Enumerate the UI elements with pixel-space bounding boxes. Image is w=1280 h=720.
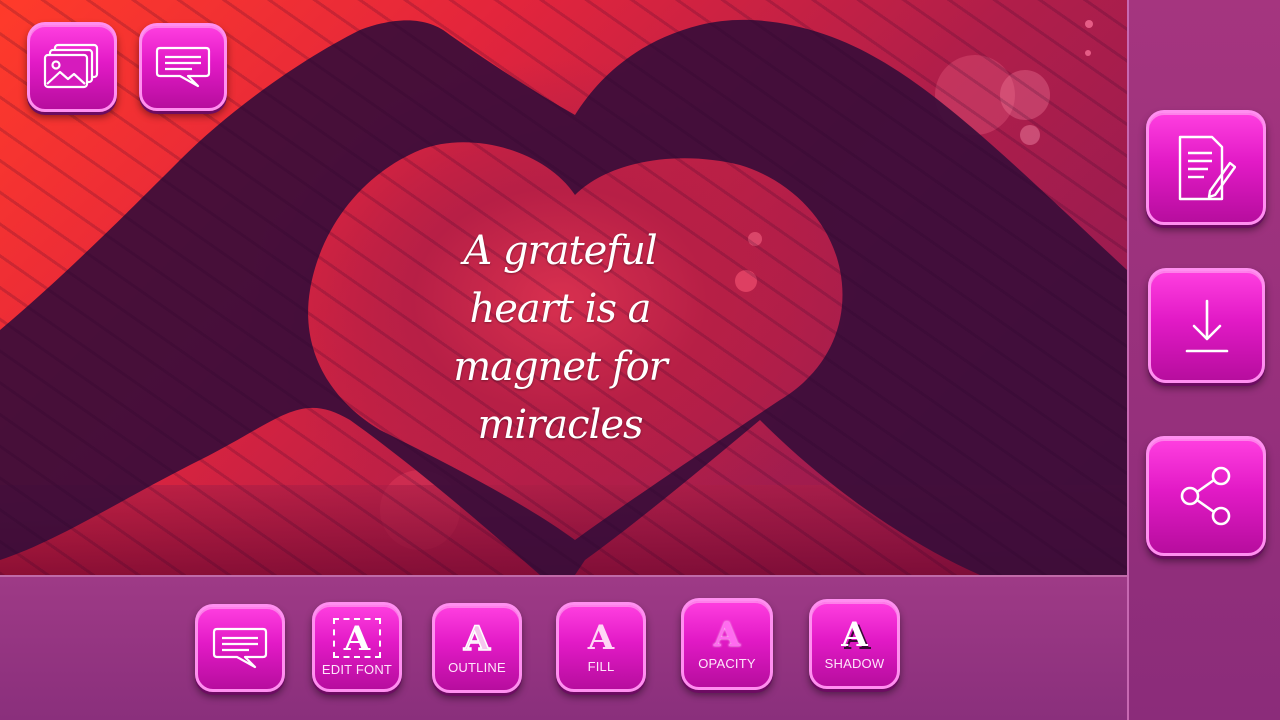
font-glyph-icon: A: [332, 617, 382, 658]
shadow-button[interactable]: A SHADOW: [809, 599, 900, 689]
right-sidebar: [1127, 0, 1280, 720]
opacity-button[interactable]: A OPACITY: [681, 598, 773, 690]
opacity-label: OPACITY: [698, 655, 756, 671]
font-glyph-icon: A: [587, 617, 615, 658]
edit-text-button[interactable]: [1146, 110, 1266, 225]
edit-document-icon: [1178, 135, 1236, 200]
gallery-button[interactable]: [27, 22, 117, 112]
shadow-label: SHADOW: [824, 655, 885, 671]
add-text-button[interactable]: [195, 604, 285, 692]
speech-bubble-icon: [212, 627, 268, 669]
text-bubble-button[interactable]: [139, 23, 227, 111]
font-glyph-icon: A: [463, 618, 491, 659]
edit-font-button[interactable]: A EDIT FONT: [312, 602, 402, 692]
font-glyph-icon: A: [841, 614, 868, 655]
speech-bubble-icon: [155, 46, 211, 88]
download-button[interactable]: [1148, 268, 1265, 383]
quote-text[interactable]: A grateful heart is a magnet for miracle…: [395, 222, 725, 454]
fill-button[interactable]: A FILL: [556, 602, 646, 692]
share-button[interactable]: [1146, 436, 1266, 556]
font-glyph-icon: A: [713, 614, 741, 655]
gallery-icon: [43, 43, 99, 89]
bottom-toolbar: A EDIT FONT A OUTLINE A FILL A OPACITY A…: [0, 575, 1127, 720]
outline-label: OUTLINE: [448, 659, 506, 675]
fill-label: FILL: [587, 658, 615, 674]
download-icon: [1185, 299, 1228, 352]
edit-font-label: EDIT FONT: [321, 661, 393, 677]
outline-button[interactable]: A OUTLINE: [432, 603, 522, 693]
share-icon: [1180, 466, 1231, 526]
